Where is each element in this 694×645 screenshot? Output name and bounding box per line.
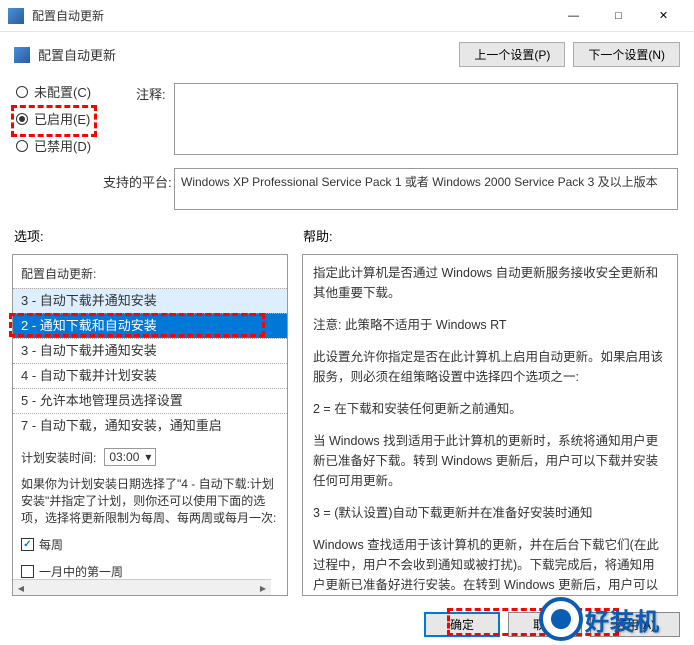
configure-updates-label: 配置自动更新: <box>21 265 279 282</box>
help-text: 2 = 在下载和安装任何更新之前通知。 <box>313 399 667 419</box>
dropdown-item[interactable]: 4 - 自动下载并计划安装 <box>13 363 287 388</box>
dropdown-item[interactable]: 3 - 自动下载并通知安装 <box>13 338 287 363</box>
next-setting-button[interactable]: 下一个设置(N) <box>573 42 680 67</box>
radio-label: 已启用(E) <box>34 109 90 128</box>
options-panel: 配置自动更新: 3 - 自动下载并通知安装 2 - 通知下载和自动安装 3 - … <box>12 254 288 596</box>
checkbox-first-week[interactable]: 一月中的第一周 <box>21 563 279 580</box>
radio-label: 未配置(C) <box>34 82 91 101</box>
radio-not-configured[interactable]: 未配置(C) <box>16 82 91 101</box>
checkbox-icon <box>21 565 34 578</box>
checkbox-icon <box>21 538 34 551</box>
schedule-time-label: 计划安装时间: <box>21 449 96 466</box>
schedule-time-select[interactable]: 03:00 ▾ <box>104 448 156 466</box>
help-text: Windows 查找适用于该计算机的更新，并在后台下载它们(在此过程中，用户不会… <box>313 535 667 596</box>
help-text: 指定此计算机是否通过 Windows 自动更新服务接收安全更新和其他重要下载。 <box>313 263 667 303</box>
scroll-right-icon[interactable]: ▶ <box>255 580 271 596</box>
watermark-text: 好装机 <box>585 602 660 637</box>
radio-icon <box>16 86 28 98</box>
platform-label: 支持的平台: <box>103 172 172 191</box>
help-panel: 指定此计算机是否通过 Windows 自动更新服务接收安全更新和其他重要下载。 … <box>302 254 678 596</box>
scroll-left-icon[interactable]: ◀ <box>13 580 29 596</box>
checkbox-label: 一月中的第一周 <box>39 563 123 580</box>
help-text: 此设置允许你指定是否在此计算机上启用自动更新。如果启用该服务，则必须在组策略设置… <box>313 347 667 387</box>
maximize-button[interactable]: □ <box>596 1 641 31</box>
dropdown-item[interactable]: 2 - 通知下载和自动安装 <box>13 313 287 338</box>
comment-textarea[interactable] <box>174 83 678 155</box>
policy-icon <box>14 47 30 63</box>
options-label: 选项: <box>14 226 44 245</box>
window-title: 配置自动更新 <box>32 7 551 24</box>
minimize-button[interactable]: — <box>551 1 596 31</box>
radio-enabled[interactable]: 已启用(E) <box>16 109 91 128</box>
supported-platform-box: Windows XP Professional Service Pack 1 或… <box>174 168 678 210</box>
policy-title: 配置自动更新 <box>38 45 459 64</box>
update-mode-dropdown-list[interactable]: 3 - 自动下载并通知安装 2 - 通知下载和自动安装 3 - 自动下载并通知安… <box>13 288 287 438</box>
radio-label: 已禁用(D) <box>34 136 91 155</box>
help-text: 注意: 此策略不适用于 Windows RT <box>313 315 667 335</box>
state-radio-group: 未配置(C) 已启用(E) 已禁用(D) <box>16 82 91 163</box>
close-button[interactable]: ✕ <box>641 1 686 31</box>
dropdown-item[interactable]: 7 - 自动下载，通知安装，通知重启 <box>13 413 287 438</box>
help-text: 当 Windows 找到适用于此计算机的更新时，系统将通知用户更新已准备好下载。… <box>313 431 667 491</box>
radio-disabled[interactable]: 已禁用(D) <box>16 136 91 155</box>
checkbox-weekly[interactable]: 每周 <box>21 536 279 553</box>
horizontal-scrollbar[interactable]: ◀ ▶ <box>13 579 271 595</box>
ok-button[interactable]: 确定 <box>424 612 500 637</box>
chevron-down-icon: ▾ <box>145 450 151 464</box>
watermark: 好装机 <box>539 593 694 645</box>
radio-icon <box>16 140 28 152</box>
previous-setting-button[interactable]: 上一个设置(P) <box>459 42 565 67</box>
schedule-description: 如果你为计划安装日期选择了"4 - 自动下载:计划安装"并指定了计划，则你还可以… <box>21 476 279 526</box>
watermark-logo-icon <box>539 597 583 641</box>
titlebar: 配置自动更新 — □ ✕ <box>0 0 694 32</box>
time-value: 03:00 <box>109 450 139 464</box>
comment-label: 注释: <box>136 84 166 103</box>
help-text: 3 = (默认设置)自动下载更新并在准备好安装时通知 <box>313 503 667 523</box>
dropdown-item[interactable]: 5 - 允许本地管理员选择设置 <box>13 388 287 413</box>
checkbox-label: 每周 <box>39 536 63 553</box>
app-icon <box>8 8 24 24</box>
header: 配置自动更新 上一个设置(P) 下一个设置(N) <box>0 32 694 77</box>
dropdown-item[interactable]: 3 - 自动下载并通知安装 <box>13 288 287 313</box>
radio-icon <box>16 113 28 125</box>
help-label: 帮助: <box>303 226 333 245</box>
platform-text: Windows XP Professional Service Pack 1 或… <box>181 175 658 189</box>
